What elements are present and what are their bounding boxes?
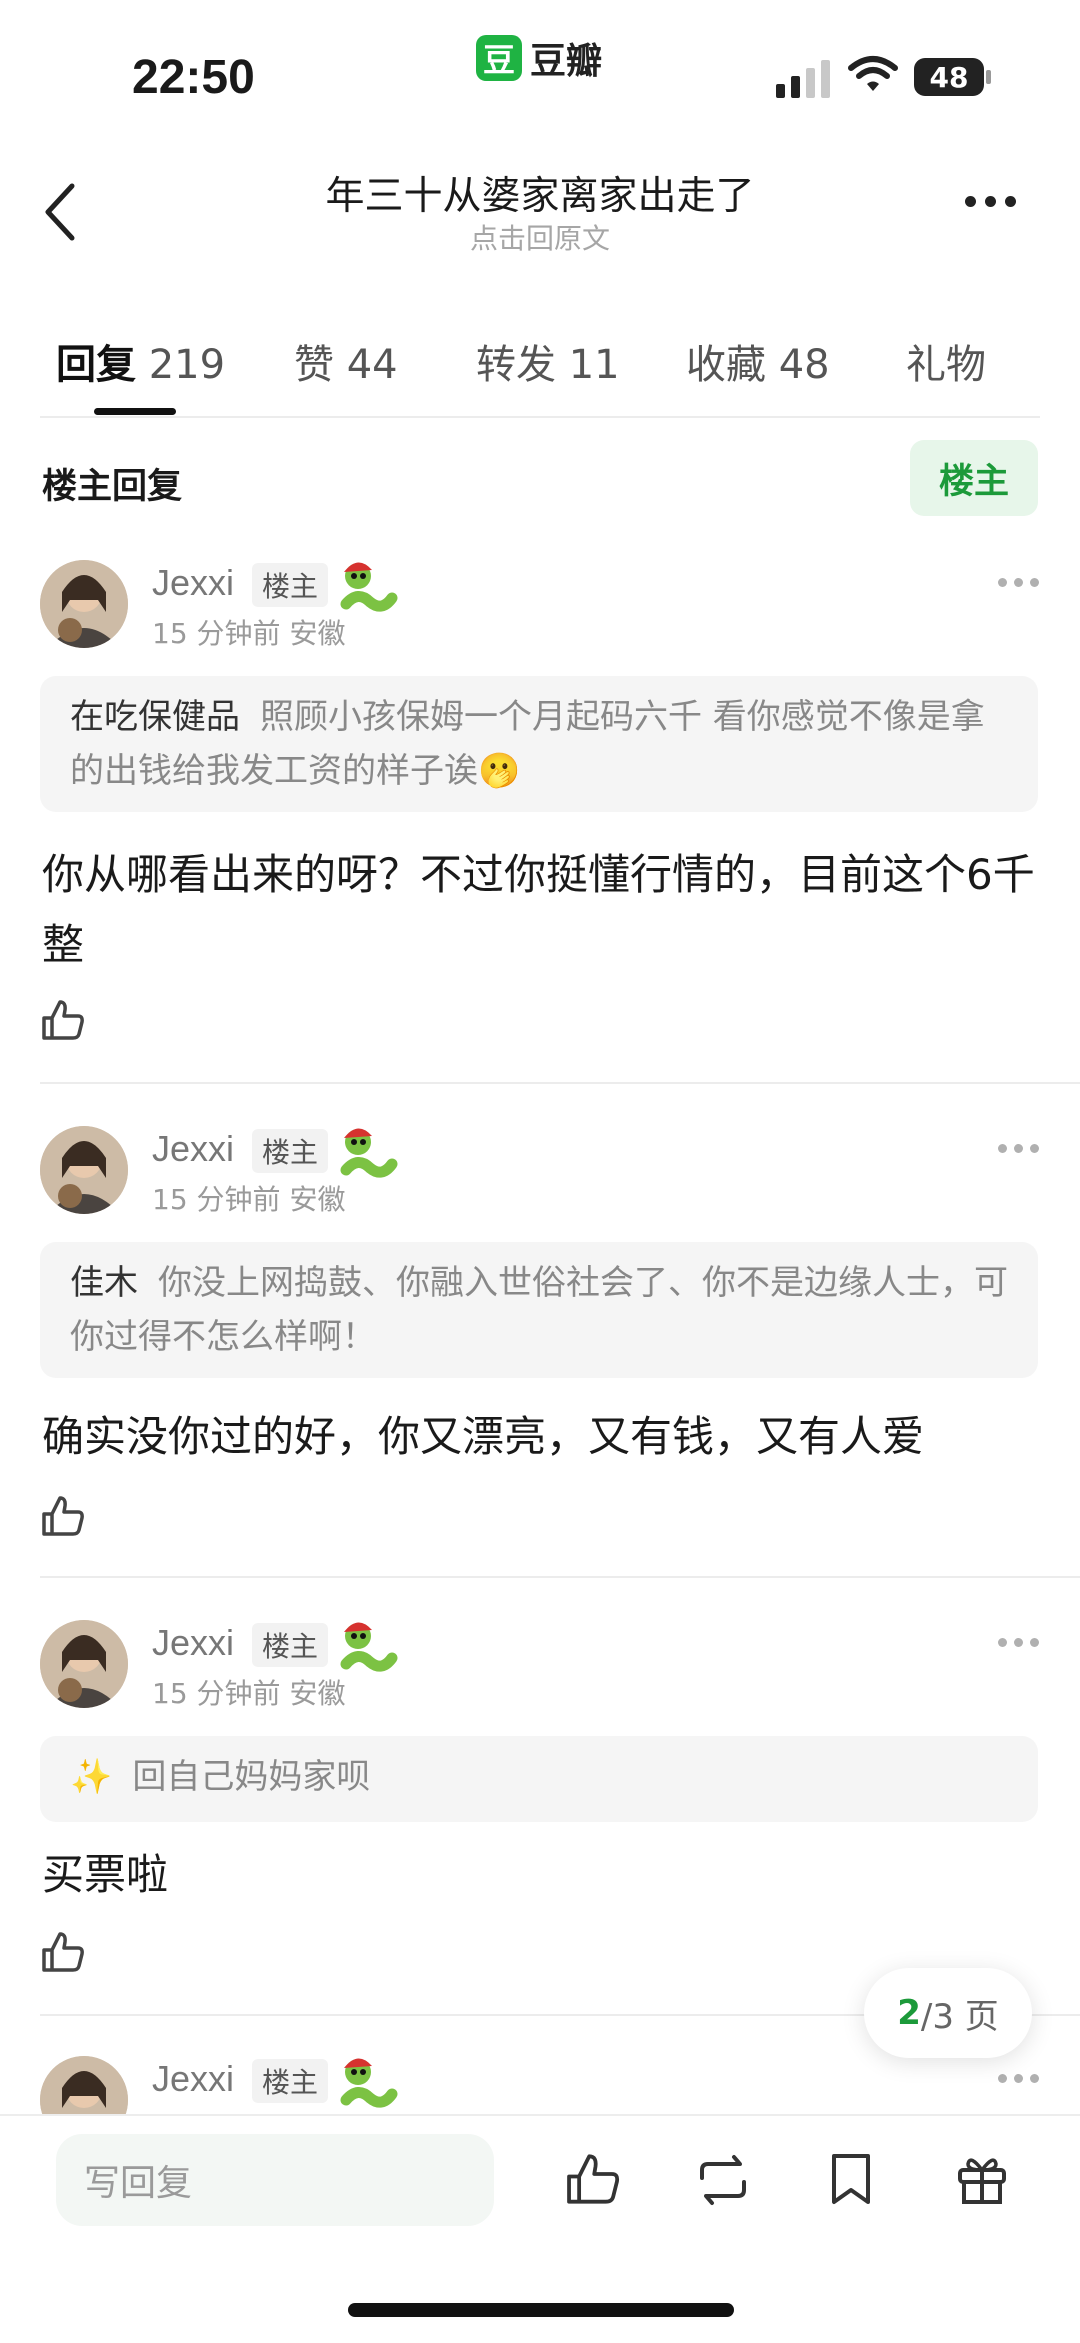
username[interactable]: Jexxi [152,562,234,604]
douban-logo-icon: 豆 [476,35,522,81]
gift-button[interactable] [954,2150,1010,2212]
quoted-reply[interactable]: 佳木 你没上网捣鼓、你融入世俗社会了、你不是边缘人士，可你过得不怎么样啊！ [40,1242,1038,1378]
comment-more-button[interactable] [998,2074,1039,2083]
snake-badge-icon [340,2052,398,2112]
tab-gifts[interactable]: 礼物 [906,332,986,390]
comment-divider [40,1082,1080,1084]
quoted-reply[interactable]: 在吃保健品 照顾小孩保姆一个月起码六千 看你感觉不像是拿的出钱给我发工资的样子诶🫢 [40,676,1038,812]
back-to-post-link[interactable]: 点击回原文 [150,217,930,257]
comment-more-button[interactable] [998,578,1039,587]
owner-badge: 楼主 [252,563,329,607]
comment-text: 确实没你过的好，你又漂亮，又有钱，又有人爱 [42,1412,925,1461]
section-title: 楼主回复 [42,467,183,507]
owner-badge: 楼主 [252,1623,329,1667]
page-title[interactable]: 年三十从婆家离家出走了 [150,165,930,221]
home-indicator[interactable] [348,2303,734,2317]
like-icon[interactable] [40,998,86,1046]
cellular-signal-icon [776,60,830,98]
tab-replies[interactable]: 回复 219 [56,332,225,390]
gift-icon [958,2158,1006,2204]
bookmark-button[interactable] [828,2150,874,2212]
username[interactable]: Jexxi [152,1128,234,1170]
avatar[interactable] [40,1126,128,1214]
like-icon[interactable] [40,1930,86,1978]
back-button[interactable] [42,182,78,246]
bookmark-icon [832,2154,870,2204]
thumbs-up-icon [567,2154,620,2204]
active-tab-indicator [94,408,176,415]
filter-owner-button[interactable]: 楼主 [910,440,1038,516]
comment-text: 买票啦 [42,1850,169,1899]
owner-badge: 楼主 [252,1129,329,1173]
snake-badge-icon [340,1616,398,1676]
owner-badge: 楼主 [252,2059,329,2103]
tabs-divider [40,416,1040,418]
battery-icon: 48 [914,58,984,96]
like-button[interactable] [564,2150,622,2212]
comment-more-button[interactable] [998,1144,1039,1153]
reshare-button[interactable] [692,2152,754,2212]
comment-divider [40,1576,1080,1578]
brand-name: 豆瓣 [530,41,603,82]
snake-badge-icon [340,1122,398,1182]
wifi-icon [848,54,898,98]
comment-meta: 15 分钟前 安徽 [152,1677,346,1710]
snake-badge-icon [340,556,398,616]
comment-meta: 15 分钟前 安徽 [152,617,346,650]
avatar[interactable] [40,560,128,648]
more-options-button[interactable] [965,196,1016,207]
like-icon[interactable] [40,1494,86,1542]
username[interactable]: Jexxi [152,2058,234,2100]
douban-brand: 豆 豆瓣 [476,32,602,84]
tab-reshares[interactable]: 转发 11 [476,332,620,390]
comment-meta: 15 分钟前 安徽 [152,1183,346,1216]
battery-cap [986,70,991,84]
tab-collects[interactable]: 收藏 48 [686,332,830,390]
reply-input[interactable]: 写回复 [56,2134,494,2226]
page-indicator[interactable]: 2/3 页 [864,1968,1032,2058]
tab-likes[interactable]: 赞 44 [294,332,398,390]
repost-icon [700,2155,746,2205]
comment-more-button[interactable] [998,1638,1039,1647]
quoted-reply[interactable]: ✨ 回自己妈妈家呗 [40,1736,1038,1822]
chevron-left-icon [45,183,75,241]
status-time: 22:50 [132,51,255,104]
username[interactable]: Jexxi [152,1622,234,1664]
comment-text: 你从哪看出来的呀？不过你挺懂行情的，目前这个6千整 [42,850,1035,969]
avatar[interactable] [40,1620,128,1708]
